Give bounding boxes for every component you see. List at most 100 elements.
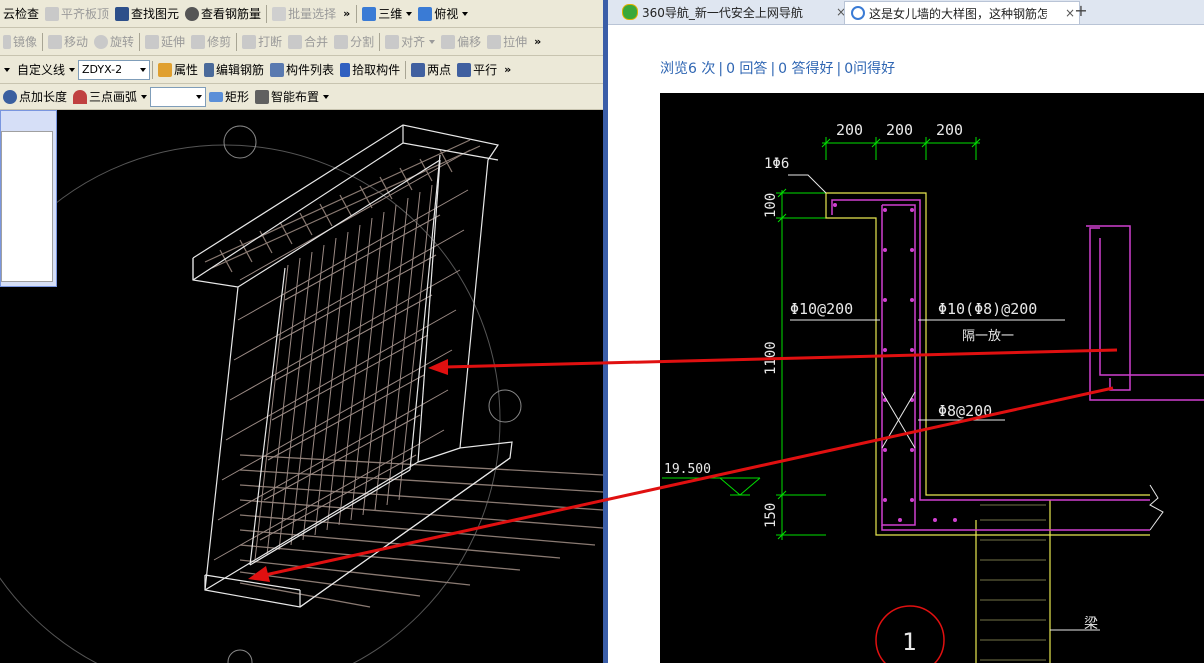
extend-icon bbox=[145, 34, 160, 49]
chevron-down-icon bbox=[429, 39, 436, 44]
break-icon bbox=[242, 34, 257, 49]
break-button[interactable]: 打断 bbox=[239, 31, 285, 53]
chevron-down-icon bbox=[323, 94, 330, 99]
top-dimension-line bbox=[821, 137, 981, 160]
bottom-rebar-lines bbox=[239, 454, 603, 608]
rotate-icon bbox=[94, 34, 109, 49]
detail-number: 1 bbox=[902, 628, 916, 656]
tab-360-nav[interactable]: 360导航_新一代安全上网导航 × bbox=[616, 1, 850, 23]
smart-layout-icon bbox=[255, 89, 270, 104]
chevron-down-icon bbox=[141, 94, 148, 99]
point-length-button[interactable]: 点加长度 bbox=[0, 86, 70, 108]
break-symbol bbox=[1149, 484, 1164, 531]
axis-marker-circle bbox=[223, 125, 257, 159]
toolbar-row-3: 自定义线 ZDYX-2 属性 编辑钢筋 构件列表 拾取构件 两点 平行 » bbox=[0, 56, 603, 84]
elevation-label: 19.500 bbox=[664, 462, 711, 477]
separator bbox=[356, 4, 358, 23]
parallel-icon bbox=[457, 62, 472, 77]
separator bbox=[152, 60, 154, 79]
split-button[interactable]: 分割 bbox=[331, 31, 377, 53]
separator bbox=[42, 32, 44, 51]
three-point-arc-button[interactable]: 三点画弧 bbox=[70, 86, 150, 108]
chevron-down-icon bbox=[69, 67, 76, 72]
edit-rebar-button[interactable]: 编辑钢筋 bbox=[201, 59, 267, 81]
360-logo-icon bbox=[622, 4, 638, 20]
two-points-icon bbox=[411, 62, 426, 77]
merge-icon bbox=[288, 34, 303, 49]
separator: | bbox=[836, 61, 842, 77]
parapet-section-outline bbox=[825, 192, 1150, 663]
batch-select-button[interactable]: 批量选择 bbox=[269, 3, 339, 25]
trim-button[interactable]: 修剪 bbox=[188, 31, 234, 53]
smart-layout-dropdown[interactable]: 智能布置 bbox=[252, 86, 332, 108]
answers-count[interactable]: 0 回答 bbox=[726, 61, 767, 77]
tab-title: 360导航_新一代安全上网导航 bbox=[642, 5, 803, 20]
extend-button[interactable]: 延伸 bbox=[142, 31, 188, 53]
good-answers-count[interactable]: 0 答得好 bbox=[778, 61, 833, 77]
tab-question-page[interactable]: 这是女儿墙的大样图，这种钢筋怎 × bbox=[844, 1, 1080, 24]
browser-tab-bar: 360导航_新一代安全上网导航 × 这是女儿墙的大样图，这种钢筋怎 × + bbox=[608, 0, 1204, 25]
stirrup-label: Φ8@200 bbox=[938, 402, 992, 420]
point-length-icon bbox=[3, 89, 17, 104]
trim-icon bbox=[191, 34, 206, 49]
rebar-cad-app: 云检查 平齐板顶 查找图元 查看钢筋量 批量选择 » 三维 俯视 镜像 移动 旋… bbox=[0, 0, 603, 663]
rotate-button[interactable]: 旋转 bbox=[91, 31, 137, 53]
pick-component-button[interactable]: 拾取构件 bbox=[337, 59, 403, 81]
find-element-button[interactable]: 查找图元 bbox=[112, 3, 182, 25]
chevron-down-icon bbox=[406, 11, 413, 16]
component-list-button[interactable]: 构件列表 bbox=[267, 59, 337, 81]
views-count[interactable]: 浏览6 次 bbox=[660, 61, 715, 77]
custom-line-dropdown[interactable]: 自定义线 bbox=[14, 59, 78, 81]
dim-100-label: 100 bbox=[763, 193, 779, 218]
mirror-icon bbox=[3, 34, 11, 49]
top-view-dropdown[interactable]: 俯视 bbox=[415, 3, 471, 25]
parapet-outline bbox=[192, 124, 513, 608]
arc-option-combo[interactable] bbox=[150, 86, 207, 107]
dim-200-label: 200 bbox=[836, 121, 863, 139]
separator: | bbox=[718, 61, 724, 77]
merge-button[interactable]: 合并 bbox=[285, 31, 331, 53]
3d-viewport[interactable] bbox=[0, 110, 603, 663]
toolbar-overflow-button[interactable]: » bbox=[530, 35, 545, 48]
rectangle-button[interactable]: 矩形 bbox=[206, 86, 252, 108]
elevation-symbol bbox=[662, 477, 761, 496]
good-questions-count[interactable]: 0问得好 bbox=[844, 61, 895, 77]
floating-property-panel[interactable] bbox=[0, 110, 57, 287]
rebar-dots bbox=[833, 203, 957, 522]
mirror-button[interactable]: 镜像 bbox=[0, 31, 40, 53]
two-points-button[interactable]: 两点 bbox=[408, 59, 454, 81]
left-dimension-line bbox=[776, 188, 826, 540]
view-3d-dropdown[interactable]: 三维 bbox=[359, 3, 415, 25]
new-tab-button[interactable]: + bbox=[1070, 1, 1092, 23]
cross-mark bbox=[881, 391, 916, 449]
move-button[interactable]: 移动 bbox=[45, 31, 91, 53]
top-rebar-label: 1Φ6 bbox=[764, 156, 789, 172]
cloud-check-button[interactable]: 云检查 bbox=[0, 3, 42, 25]
view-rebar-button[interactable]: 查看钢筋量 bbox=[182, 3, 264, 25]
properties-button[interactable]: 属性 bbox=[155, 59, 201, 81]
parapet-3d-model bbox=[0, 124, 603, 663]
offset-button[interactable]: 偏移 bbox=[438, 31, 484, 53]
component-name-combo[interactable]: ZDYX-2 bbox=[78, 59, 151, 80]
cad-detail-svg: 200 200 200 100 1100 150 1Φ6 Φ10@200 Φ10… bbox=[662, 121, 1204, 663]
parallel-button[interactable]: 平行 bbox=[454, 59, 500, 81]
chevron-down-icon[interactable] bbox=[4, 67, 10, 72]
align-top-button[interactable]: 平齐板顶 bbox=[42, 3, 112, 25]
chevron-down-icon bbox=[196, 94, 203, 99]
toolbar-overflow-button[interactable]: » bbox=[339, 7, 354, 20]
move-icon bbox=[48, 34, 63, 49]
cube-top-icon bbox=[418, 6, 433, 21]
beam-hatch bbox=[980, 504, 1046, 661]
leader-line bbox=[788, 174, 827, 194]
align-icon bbox=[385, 34, 400, 49]
split-icon bbox=[334, 34, 349, 49]
cube-icon bbox=[362, 6, 377, 21]
browser-logo-icon bbox=[851, 6, 865, 20]
stretch-button[interactable]: 拉伸 bbox=[484, 31, 530, 53]
align-dropdown[interactable]: 对齐 bbox=[382, 31, 438, 53]
parapet-detail-drawing[interactable]: 200 200 200 100 1100 150 1Φ6 Φ10@200 Φ10… bbox=[660, 93, 1204, 663]
toolbar-overflow-button[interactable]: » bbox=[500, 63, 515, 76]
rectangle-icon bbox=[209, 91, 224, 102]
chevron-down-icon bbox=[462, 11, 469, 16]
list-icon bbox=[270, 62, 285, 77]
